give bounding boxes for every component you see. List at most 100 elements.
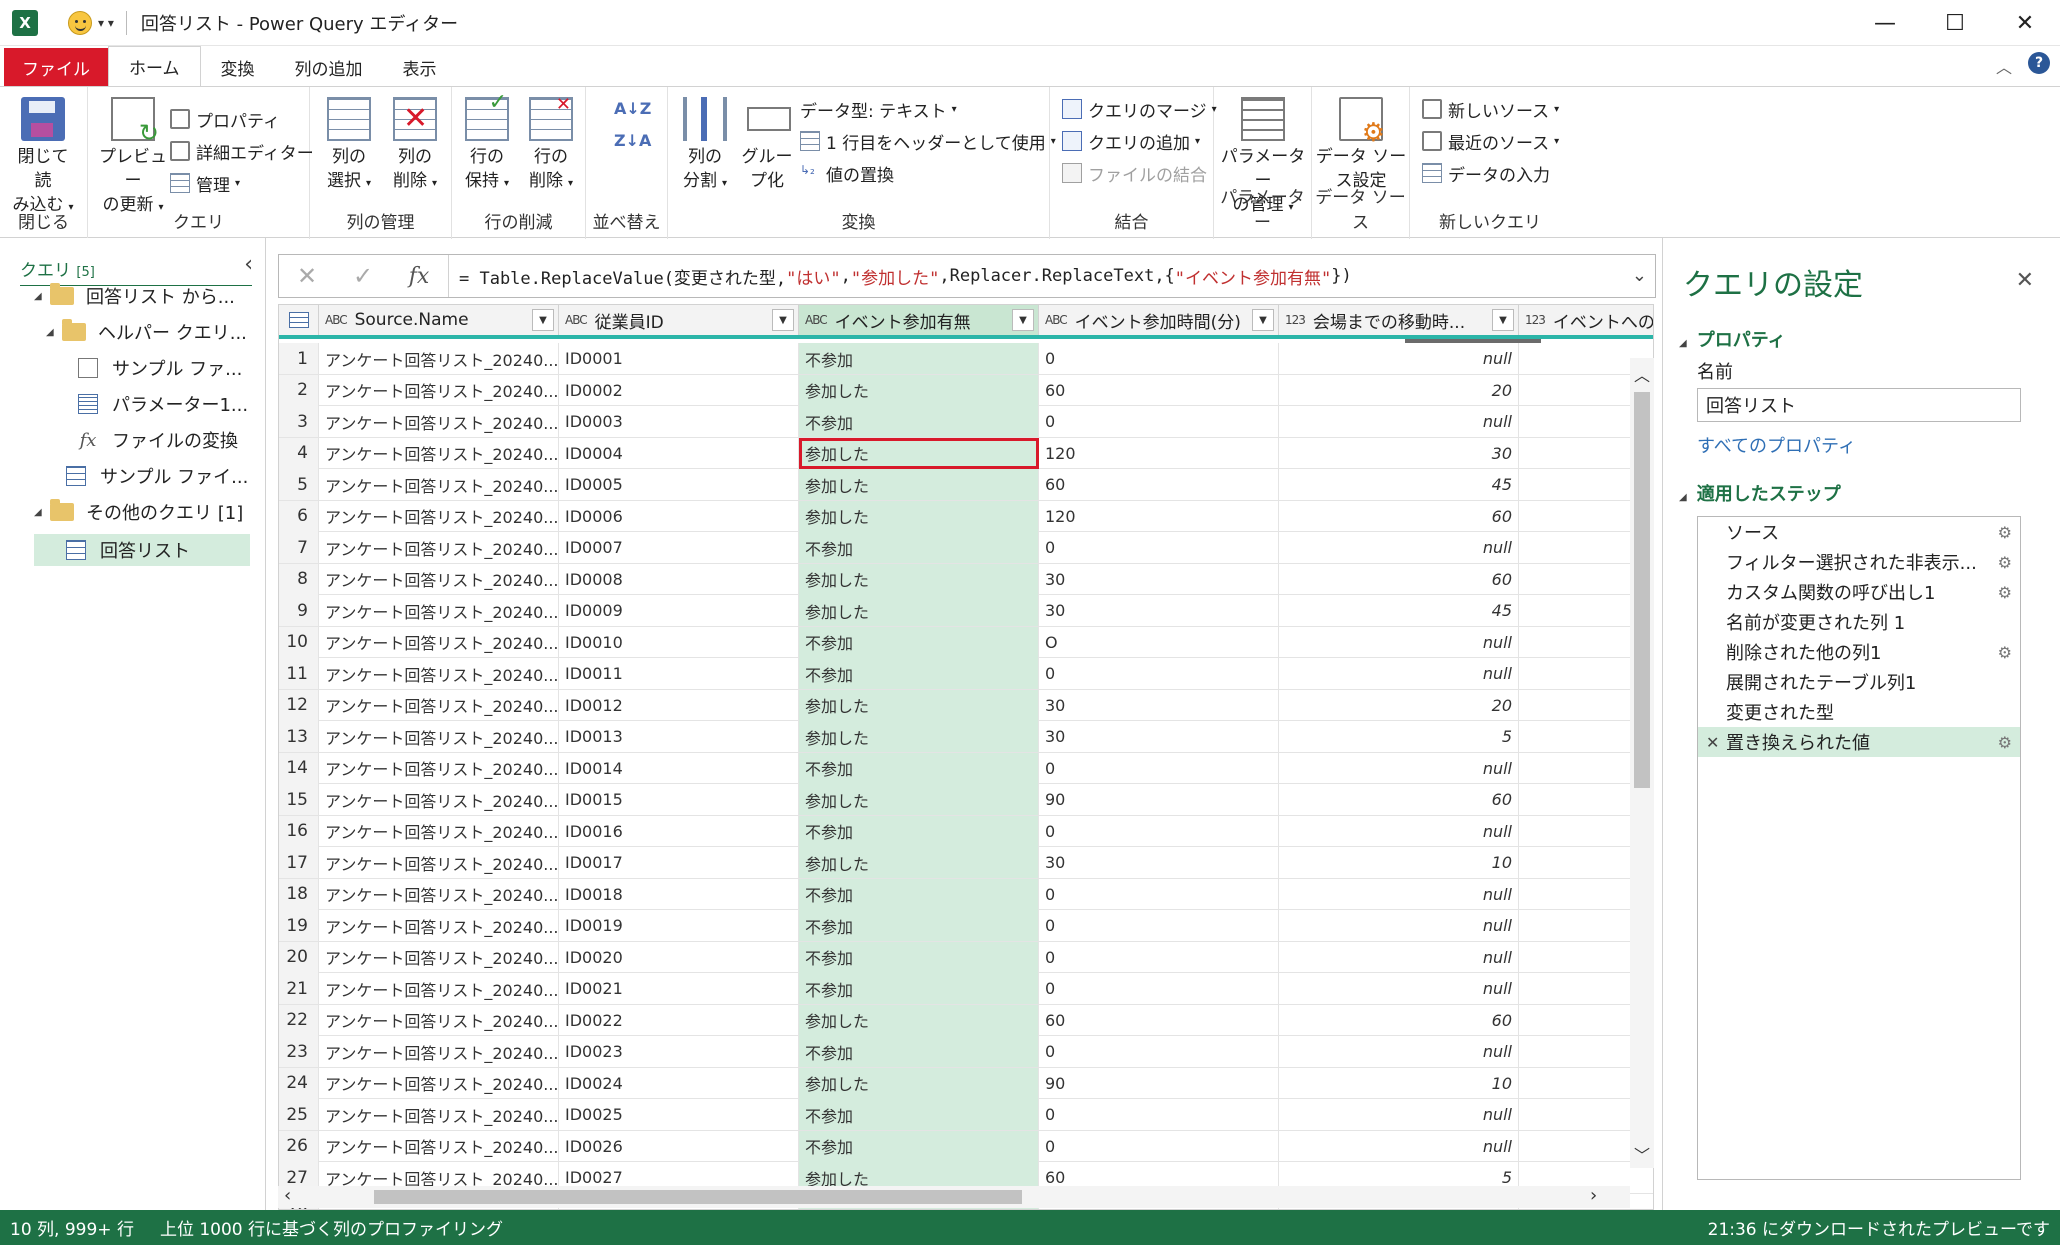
- cell-employee-id[interactable]: ID0020: [559, 941, 799, 973]
- quick-access-dropdown-icon[interactable]: ▾ ▾: [98, 16, 114, 30]
- column-header-travel-time[interactable]: 123 会場までの移動時... ▼: [1279, 305, 1519, 335]
- cell-event-attendance[interactable]: 参加した: [799, 1067, 1039, 1099]
- row-number[interactable]: 14: [279, 752, 319, 784]
- split-column-button[interactable]: 列の 分割 ▾: [672, 97, 738, 196]
- data-type-dropdown[interactable]: データ型: テキスト ▾: [800, 95, 957, 123]
- vertical-scrollbar[interactable]: ︿ ﹀: [1630, 358, 1654, 1168]
- row-number[interactable]: 25: [279, 1099, 319, 1130]
- cell-travel-time[interactable]: null: [1279, 752, 1519, 784]
- filter-dropdown-icon[interactable]: ▼: [1492, 309, 1514, 331]
- sort-descending-button[interactable]: Z↓A: [614, 127, 651, 155]
- cell-event-minutes[interactable]: 0: [1039, 878, 1279, 910]
- row-number[interactable]: 3: [279, 406, 319, 437]
- cell-employee-id[interactable]: ID0015: [559, 784, 799, 815]
- cell-event-minutes[interactable]: 30: [1039, 595, 1279, 626]
- row-number[interactable]: 12: [279, 689, 319, 721]
- cell-event-attendance[interactable]: 不参加: [799, 815, 1039, 847]
- cell-source-name[interactable]: アンケート回答リスト_20240...: [319, 973, 559, 1004]
- cell-travel-time[interactable]: null: [1279, 1130, 1519, 1162]
- column-header-source-name[interactable]: ABC Source.Name ▼: [319, 305, 559, 335]
- cell-event-attendance[interactable]: 不参加: [799, 752, 1039, 784]
- cell-event-minutes[interactable]: 0: [1039, 532, 1279, 563]
- step-source[interactable]: ソース ⚙: [1698, 517, 2020, 547]
- cell-event-minutes[interactable]: 120: [1039, 437, 1279, 469]
- cell-event-minutes[interactable]: 120: [1039, 500, 1279, 532]
- cell-event-attendance[interactable]: 参加した: [799, 563, 1039, 595]
- data-source-settings-button[interactable]: データ ソー ス設定: [1314, 97, 1408, 193]
- cell-source-name[interactable]: アンケート回答リスト_20240...: [319, 941, 559, 973]
- query-folder-other[interactable]: ◢ その他のクエリ [1]: [34, 496, 243, 528]
- cell-employee-id[interactable]: ID0014: [559, 752, 799, 784]
- query-parameter[interactable]: パラメーター1...: [78, 388, 248, 420]
- step-gear-icon[interactable]: ⚙: [1998, 643, 2012, 662]
- row-number[interactable]: 19: [279, 910, 319, 941]
- step-gear-icon[interactable]: ⚙: [1998, 733, 2012, 752]
- cell-employee-id[interactable]: ID0008: [559, 563, 799, 595]
- cell-source-name[interactable]: アンケート回答リスト_20240...: [319, 500, 559, 532]
- row-number[interactable]: 9: [279, 595, 319, 626]
- cell-source-name[interactable]: アンケート回答リスト_20240...: [319, 343, 559, 374]
- cell-event-minutes[interactable]: 0: [1039, 1036, 1279, 1067]
- cell-event-attendance[interactable]: 参加した: [799, 1004, 1039, 1036]
- cell-source-name[interactable]: アンケート回答リスト_20240...: [319, 374, 559, 406]
- applied-steps-section-title[interactable]: ◢ 適用したステップ: [1679, 480, 1841, 506]
- row-number[interactable]: 17: [279, 847, 319, 878]
- tab-file[interactable]: ファイル: [4, 48, 108, 86]
- properties-button[interactable]: プロパティ: [170, 105, 280, 133]
- column-header-event-attendance[interactable]: ABC イベント参加有無 ▼: [799, 305, 1039, 335]
- close-window-button[interactable]: ✕: [1990, 0, 2060, 46]
- step-renamed-columns[interactable]: 名前が変更された列 1: [1698, 607, 2020, 637]
- cell-travel-time[interactable]: null: [1279, 1036, 1519, 1067]
- cell-employee-id[interactable]: ID0021: [559, 973, 799, 1004]
- advanced-editor-button[interactable]: 詳細エディター: [170, 137, 314, 165]
- group-by-button[interactable]: グルー プ化: [734, 97, 800, 193]
- cell-source-name[interactable]: アンケート回答リスト_20240...: [319, 752, 559, 784]
- scroll-down-icon[interactable]: ﹀: [1634, 1142, 1650, 1166]
- cell-event-minutes[interactable]: 0: [1039, 941, 1279, 973]
- cell-travel-time[interactable]: null: [1279, 878, 1519, 910]
- cell-travel-time[interactable]: 20: [1279, 374, 1519, 406]
- cell-source-name[interactable]: アンケート回答リスト_20240...: [319, 595, 559, 626]
- row-number[interactable]: 16: [279, 815, 319, 847]
- query-sample-file[interactable]: サンプル ファ...: [78, 352, 242, 384]
- cell-source-name[interactable]: アンケート回答リスト_20240...: [319, 1004, 559, 1036]
- row-number[interactable]: 1: [279, 343, 319, 374]
- step-gear-icon[interactable]: ⚙: [1998, 583, 2012, 602]
- maximize-button[interactable]: ☐: [1920, 0, 1990, 46]
- row-number[interactable]: 10: [279, 626, 319, 658]
- query-sample-file-table[interactable]: サンプル ファイ...: [66, 460, 248, 492]
- cell-employee-id[interactable]: ID0005: [559, 469, 799, 500]
- cell-travel-time[interactable]: null: [1279, 343, 1519, 374]
- row-number[interactable]: 20: [279, 941, 319, 973]
- cell-event-minutes[interactable]: 0: [1039, 752, 1279, 784]
- close-and-load-button[interactable]: 閉じて読 み込む ▾: [10, 97, 76, 220]
- sort-ascending-button[interactable]: A↓Z: [614, 95, 651, 123]
- cell-event-minutes[interactable]: 30: [1039, 563, 1279, 595]
- cell-event-minutes[interactable]: 30: [1039, 689, 1279, 721]
- row-number[interactable]: 11: [279, 658, 319, 689]
- cell-travel-time[interactable]: 60: [1279, 500, 1519, 532]
- cell-event-attendance[interactable]: 不参加: [799, 878, 1039, 910]
- cell-event-attendance[interactable]: 不参加: [799, 973, 1039, 1004]
- cell-employee-id[interactable]: ID0010: [559, 626, 799, 658]
- cell-event-attendance[interactable]: 不参加: [799, 658, 1039, 689]
- cell-travel-time[interactable]: null: [1279, 1099, 1519, 1130]
- filter-dropdown-icon[interactable]: ▼: [1252, 309, 1274, 331]
- cell-event-attendance[interactable]: 不参加: [799, 1036, 1039, 1067]
- merge-queries-button[interactable]: クエリのマージ ▾: [1062, 95, 1217, 123]
- cell-travel-time[interactable]: 45: [1279, 595, 1519, 626]
- cell-event-attendance[interactable]: 不参加: [799, 343, 1039, 374]
- cell-event-attendance[interactable]: 参加した: [799, 595, 1039, 626]
- properties-section-title[interactable]: ◢ プロパティ: [1679, 326, 1786, 352]
- cell-source-name[interactable]: アンケート回答リスト_20240...: [319, 532, 559, 563]
- new-source-button[interactable]: 新しいソース ▾: [1422, 95, 1559, 123]
- cell-employee-id[interactable]: ID0013: [559, 721, 799, 752]
- query-kaitou-list[interactable]: 回答リスト: [34, 534, 250, 566]
- cell-travel-time[interactable]: 10: [1279, 1067, 1519, 1099]
- query-name-input[interactable]: 回答リスト: [1697, 388, 2021, 422]
- cell-event-attendance[interactable]: 参加した: [799, 469, 1039, 500]
- column-header-event-minutes[interactable]: ABC イベント参加時間(分) ▼: [1039, 305, 1279, 335]
- cell-travel-time[interactable]: 45: [1279, 469, 1519, 500]
- recent-sources-button[interactable]: 最近のソース ▾: [1422, 127, 1559, 155]
- filter-dropdown-icon[interactable]: ▼: [532, 309, 554, 331]
